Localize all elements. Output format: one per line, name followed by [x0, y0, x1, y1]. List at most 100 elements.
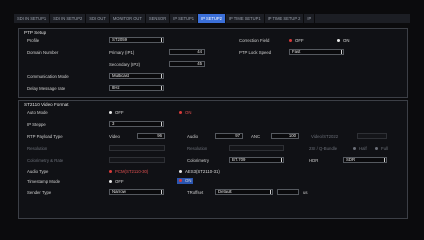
communication-mode-label: Communication Mode: [27, 74, 69, 79]
ptp-lock-speed-value: Fast: [292, 49, 301, 54]
rtp-extra-input: [357, 133, 387, 139]
resolution-mid-dropdown: [229, 145, 284, 151]
delay-message-rate-dropdown[interactable]: 8Hz: [109, 85, 164, 91]
tab-ip-setup1[interactable]: IP SETUP1: [170, 14, 199, 23]
rtp-video-input[interactable]: 96: [137, 133, 165, 139]
tab-ip[interactable]: IP: [304, 14, 316, 23]
primary-domain-input[interactable]: 44: [169, 49, 205, 55]
resolution-mid-label: Resolution: [187, 146, 208, 151]
q-bundle-label: 2SI / Q-Bundle: [309, 146, 338, 151]
colorimetry-dropdown[interactable]: BT.709: [229, 157, 284, 163]
colorimetry-rate-label: Colorimetry & Rate: [27, 158, 64, 163]
tab-sdi-out[interactable]: SDI OUT: [86, 14, 110, 23]
rtp-payload-type-label: RTP Payload Type: [27, 134, 63, 139]
timestamp-mode-label: Timestamp Mode: [27, 179, 61, 184]
tab-sensor[interactable]: SENSOR: [146, 14, 171, 23]
auto-mode-on-radio[interactable]: ON: [179, 110, 191, 115]
rtp-video-label: Video: [109, 134, 120, 139]
auto-mode-off-radio[interactable]: OFF: [109, 110, 124, 115]
tab-sdi-in-setup1[interactable]: SDI IN SETUP1: [14, 14, 51, 23]
dropdown-caret-icon: [270, 190, 271, 194]
q-bundle-half-radio: Half: [353, 146, 367, 151]
video-panel-title: ST2110 Video Format: [24, 102, 69, 107]
profile-dropdown[interactable]: ST2059: [109, 37, 164, 43]
domain-number-label: Domain Number: [27, 50, 59, 55]
radio-icon: [375, 147, 378, 151]
tab-sdi-in-setup2[interactable]: SDI IN SETUP2: [50, 14, 87, 23]
timestamp-off-label: OFF: [115, 179, 124, 184]
radio-selected-icon: [289, 39, 292, 43]
audio-type-label: Audio Type: [27, 169, 49, 174]
radio-icon: [337, 39, 340, 43]
correction-field-label: Correction Field: [239, 38, 270, 43]
profile-label: Profile: [27, 38, 40, 43]
correction-off-radio[interactable]: OFF: [289, 38, 304, 43]
troffset-value: Default: [218, 189, 232, 194]
radio-icon: [109, 180, 112, 184]
colorimetry-label: Colorimetry: [187, 158, 209, 163]
radio-icon: [179, 170, 182, 174]
delay-message-rate-label: Delay Message rate: [27, 86, 66, 91]
hdr-dropdown[interactable]: SDR: [343, 157, 387, 163]
dropdown-caret-icon: [161, 86, 162, 90]
delay-message-rate-value: 8Hz: [112, 85, 120, 90]
tab-bar: SDI IN SETUP1 SDI IN SETUP2 SDI OUT MONITOR…: [14, 14, 410, 23]
ptp-lock-speed-dropdown[interactable]: Fast: [289, 49, 344, 55]
q-bundle-half-label: Half: [359, 146, 367, 151]
secondary-domain-input[interactable]: 45: [169, 61, 205, 67]
dropdown-caret-icon: [161, 38, 162, 42]
tab-monitor-out[interactable]: MONITOR OUT: [110, 14, 146, 23]
tab-ip-time-setup-2[interactable]: IP TIME SETUP 2: [265, 14, 305, 23]
st2110-video-format-panel: ST2110 Video Format Auto Mode OFF ON IP …: [18, 100, 408, 219]
correction-off-label: OFF: [295, 38, 304, 43]
dropdown-caret-icon: [161, 74, 162, 78]
rtp-audio-label: Audio: [187, 134, 198, 139]
communication-mode-dropdown[interactable]: Multicast: [109, 73, 164, 79]
timestamp-off-radio[interactable]: OFF: [109, 179, 124, 184]
tab-ip-time-setup1[interactable]: IP TIME SETUP1: [226, 14, 265, 23]
troffset-custom-input[interactable]: [277, 189, 299, 195]
rtp-anc-input[interactable]: 100: [271, 133, 299, 139]
secondary-label: Secondary (IP2): [109, 62, 141, 67]
correction-on-radio[interactable]: ON: [337, 38, 349, 43]
audio-pcm-radio[interactable]: PCM(ST2110-30): [109, 169, 148, 174]
auto-mode-label: Auto Mode: [27, 110, 48, 115]
ip-steppe-label: IP Steppe: [27, 122, 46, 127]
ptp-panel-title: PTP Setup: [24, 30, 47, 35]
rtp-audio-input[interactable]: 97: [215, 133, 243, 139]
auto-mode-on-label: ON: [185, 110, 192, 115]
sender-type-dropdown[interactable]: Narrow: [109, 189, 164, 195]
dropdown-caret-icon: [281, 158, 282, 162]
correction-on-label: ON: [343, 38, 350, 43]
colorimetry-value: BT.709: [232, 157, 246, 162]
troffset-dropdown[interactable]: Default: [215, 189, 273, 195]
troffset-label: TRoffset: [187, 190, 204, 195]
rtp-extra-label: Video/ST2022: [311, 134, 339, 139]
troffset-unit-label: us: [303, 190, 308, 195]
primary-domain-value: 44: [197, 49, 202, 54]
radio-icon: [353, 147, 356, 151]
primary-label: Primary (IP1): [109, 50, 135, 55]
dropdown-caret-icon: [161, 122, 162, 126]
q-bundle-full-label: Full: [381, 146, 388, 151]
audio-pcm-label: PCM(ST2110-30): [115, 169, 149, 174]
ip-steppe-dropdown[interactable]: 3: [109, 121, 164, 127]
timestamp-on-radio[interactable]: ON: [177, 178, 194, 184]
ip-steppe-value: 3: [112, 121, 115, 126]
rtp-anc-value: 100: [288, 133, 296, 138]
hdr-label: HDR: [309, 158, 319, 163]
ptp-setup-panel: PTP Setup Profile ST2059 Domain Number P…: [18, 28, 408, 98]
audio-aes3-radio[interactable]: AES3(ST2110-31): [179, 169, 220, 174]
tab-ip-setup2[interactable]: IP SETUP2: [198, 14, 226, 23]
audio-aes3-label: AES3(ST2110-31): [185, 169, 220, 174]
rtp-video-value: 96: [157, 133, 162, 138]
radio-icon: [109, 111, 112, 115]
radio-selected-icon: [179, 179, 182, 183]
radio-selected-icon: [179, 111, 182, 115]
sender-type-value: Narrow: [112, 189, 126, 194]
sender-type-label: Sender Type: [27, 190, 52, 195]
resolution-label: Resolution: [27, 146, 48, 151]
rtp-anc-label: ANC: [251, 134, 261, 139]
rtp-audio-value: 97: [235, 133, 240, 138]
profile-value: ST2059: [112, 37, 128, 42]
